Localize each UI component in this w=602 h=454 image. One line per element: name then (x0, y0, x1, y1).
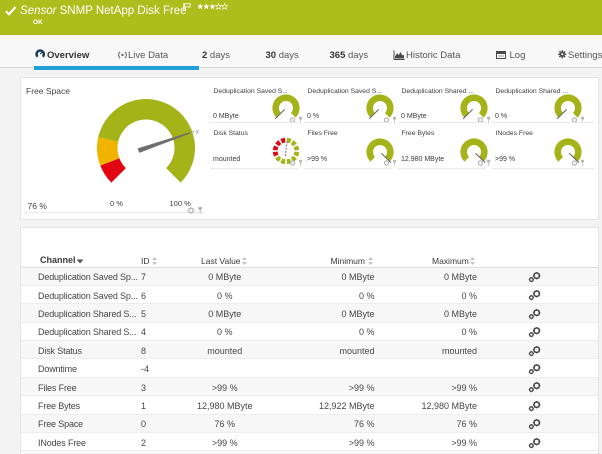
svg-text:x: x (196, 129, 200, 136)
